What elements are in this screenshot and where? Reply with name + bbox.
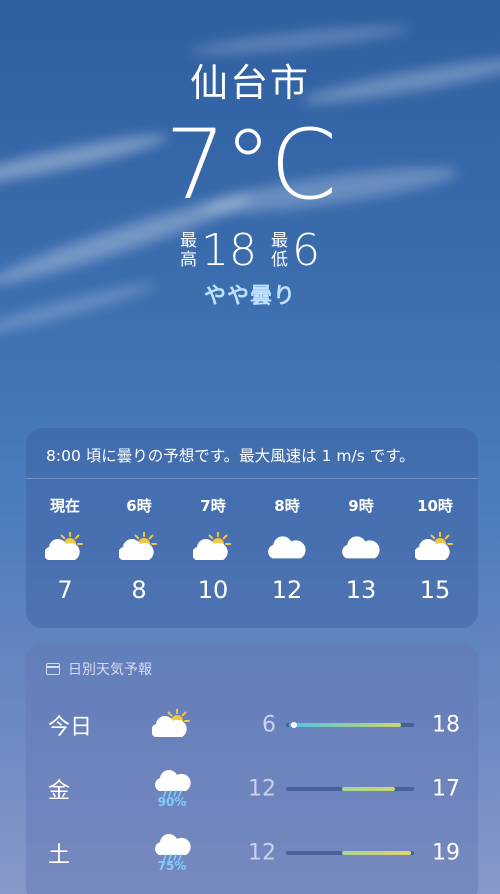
precipitation-chance: 90% bbox=[157, 795, 187, 809]
daily-row[interactable]: 今日 6 18 bbox=[26, 695, 478, 755]
rain-icon: 90% bbox=[152, 759, 192, 819]
high-label: 最高 bbox=[180, 230, 197, 270]
day-high: 17 bbox=[432, 776, 460, 802]
hour-time: 現在 bbox=[49, 497, 80, 515]
low-temperature: 6 bbox=[292, 225, 320, 276]
high-temperature: 18 bbox=[201, 225, 257, 276]
partly-cloudy-icon bbox=[178, 528, 248, 568]
day-low: 6 bbox=[262, 712, 276, 738]
temperature-range-bar bbox=[286, 722, 414, 728]
hour-column: 8時 12 bbox=[252, 495, 322, 604]
precipitation-chance: 75% bbox=[157, 859, 187, 873]
condition-text: やや曇り bbox=[203, 284, 296, 309]
daily-title: 日別天気予報 bbox=[68, 662, 152, 678]
day-name: 土 bbox=[48, 843, 71, 868]
hourly-forecast-card[interactable]: 8:00 頃に曇りの予想です。最大風速は 1 m/s です。 現在 7 6時 8 7時 1… bbox=[26, 428, 478, 628]
high-low: 最高 18 最低 6 bbox=[0, 225, 500, 276]
low-label: 最低 bbox=[271, 230, 288, 270]
cloud-icon bbox=[326, 528, 396, 568]
hour-temperature: 7 bbox=[57, 576, 73, 604]
day-low: 12 bbox=[248, 776, 276, 802]
day-high: 19 bbox=[432, 840, 460, 866]
hour-time: 7時 bbox=[200, 497, 226, 515]
temperature-range-bar bbox=[286, 851, 414, 855]
hour-column: 9時 13 bbox=[326, 495, 396, 604]
daily-row[interactable]: 金 90% 12 17 bbox=[26, 759, 478, 819]
cloud-icon bbox=[252, 528, 322, 568]
hour-temperature: 8 bbox=[131, 576, 147, 604]
partly-cloudy-icon bbox=[152, 695, 192, 755]
current-temperature: 7°C bbox=[164, 109, 337, 221]
hour-temperature: 10 bbox=[197, 576, 229, 604]
city-name: 仙台市 bbox=[189, 61, 310, 105]
hour-time: 10時 bbox=[417, 497, 453, 515]
partly-cloudy-icon bbox=[104, 528, 174, 568]
day-low: 12 bbox=[248, 840, 276, 866]
current-weather: 仙台市 7°C 最高 18 最低 6 やや曇り bbox=[0, 52, 500, 310]
day-high: 18 bbox=[432, 712, 460, 738]
daily-row[interactable]: 土 75% 12 19 bbox=[26, 823, 478, 883]
hour-column: 10時 15 bbox=[400, 495, 470, 604]
temperature-range-fill bbox=[342, 787, 395, 791]
temperature-range-fill bbox=[342, 851, 412, 855]
calendar-icon bbox=[46, 663, 60, 675]
hour-column: 現在 7 bbox=[30, 495, 100, 604]
hour-temperature: 15 bbox=[419, 576, 451, 604]
hour-column: 7時 10 bbox=[178, 495, 248, 604]
temperature-range-bar bbox=[286, 787, 414, 791]
hour-time: 9時 bbox=[348, 497, 374, 515]
current-temperature-dot bbox=[290, 722, 297, 728]
hour-column: 6時 8 bbox=[104, 495, 174, 604]
day-name: 今日 bbox=[48, 715, 93, 740]
hourly-summary: 8:00 頃に曇りの予想です。最大風速は 1 m/s です。 bbox=[26, 428, 478, 479]
hour-temperature: 13 bbox=[345, 576, 377, 604]
partly-cloudy-icon bbox=[30, 528, 100, 568]
daily-header: 日別天気予報 bbox=[26, 643, 478, 689]
hour-time: 6時 bbox=[126, 497, 152, 515]
temperature-range-fill bbox=[288, 723, 402, 727]
daily-forecast-card[interactable]: 日別天気予報 今日 6 18 金 90% 12 17 土 75% 12 19 bbox=[26, 643, 478, 894]
partly-cloudy-icon bbox=[400, 528, 470, 568]
hour-time: 8時 bbox=[274, 497, 300, 515]
rain-icon: 75% bbox=[152, 823, 192, 883]
day-name: 金 bbox=[48, 779, 71, 804]
hourly-list[interactable]: 現在 7 6時 8 7時 10 8時 12 9時 13 10時 15 bbox=[26, 479, 478, 604]
hour-temperature: 12 bbox=[271, 576, 303, 604]
